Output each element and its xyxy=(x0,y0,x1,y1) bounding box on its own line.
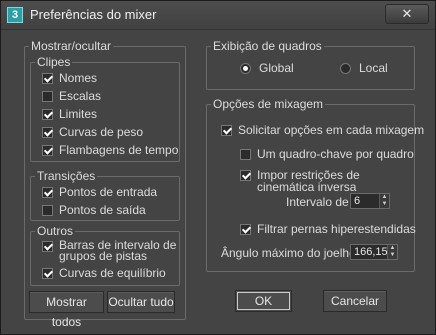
mix-options-group: Opções de mixagem Solicitar opções em ca… xyxy=(206,97,424,272)
title-bar[interactable]: 3 Preferências do mixer ✕ xyxy=(1,1,435,30)
checkbox-box[interactable] xyxy=(42,205,53,216)
checkbox-label: Limites xyxy=(59,107,98,121)
frame-display-title: Exibição de quadros xyxy=(211,39,324,53)
clips-title: Clipes xyxy=(35,55,73,69)
checkbox-box[interactable] xyxy=(221,125,232,136)
show-hide-title: Mostrar/ocultar xyxy=(29,39,114,53)
others-group: Outros Barras de intervalo de grupos de … xyxy=(30,224,180,286)
checkbox-box[interactable] xyxy=(240,149,251,160)
spinner-arrows-icon[interactable]: ▲ ▼ xyxy=(387,245,397,259)
transitions-group: Transições Pontos de entrada Pontos de s… xyxy=(30,169,180,221)
cancel-button[interactable]: Cancelar xyxy=(323,290,387,312)
checkbox-box[interactable] xyxy=(42,268,53,279)
close-icon: ✕ xyxy=(401,6,413,21)
checkbox-box[interactable] xyxy=(42,73,53,84)
checkbox-names[interactable]: Nomes xyxy=(42,72,97,85)
checkbox-entry-points[interactable]: Pontos de entrada xyxy=(42,186,157,199)
show-hide-group: Mostrar/ocultar Clipes Nomes Escalas Lim… xyxy=(24,39,186,329)
checkbox-label: Um quadro-chave por quadro xyxy=(257,147,414,161)
checkbox-label: Curvas de equilíbrio xyxy=(59,266,166,280)
checkbox-label: Impor restrições de cinemática inversa xyxy=(257,168,360,194)
close-button[interactable]: ✕ xyxy=(385,4,429,24)
frame-display-group: Exibição de quadros Global Local xyxy=(206,39,415,90)
interval-label: Intervalo de xyxy=(286,195,349,209)
app-icon: 3 xyxy=(7,7,23,23)
checkbox-box[interactable] xyxy=(240,170,251,181)
spinner-arrows-icon[interactable]: ▲ ▼ xyxy=(379,194,389,208)
checkbox-label: Pontos de saída xyxy=(59,203,146,217)
checkbox-keyframe-per-frame[interactable]: Um quadro-chave por quadro xyxy=(240,148,414,161)
checkbox-label: Nomes xyxy=(59,71,98,85)
checkbox-box[interactable] xyxy=(42,187,53,198)
checkbox-limits[interactable]: Limites xyxy=(42,108,97,121)
checkbox-label: Filtrar pernas hiperestendidas xyxy=(257,222,416,236)
radio-button[interactable] xyxy=(240,63,251,74)
checkbox-label: Flambagens de tempo xyxy=(59,143,179,157)
knee-angle-spinner[interactable]: 166,15 ▲ ▼ xyxy=(350,244,398,260)
checkbox-box[interactable] xyxy=(42,241,53,252)
radio-label: Local xyxy=(359,61,388,75)
checkbox-box[interactable] xyxy=(42,145,53,156)
checkbox-track-group-bars[interactable]: Barras de intervalo de grupos de pistas xyxy=(42,238,178,263)
radio-local[interactable]: Local xyxy=(340,62,388,75)
checkbox-label: Barras de intervalo de grupos de pistas xyxy=(59,238,177,263)
ok-button[interactable]: OK xyxy=(235,290,292,312)
checkbox-box[interactable] xyxy=(42,127,53,138)
interval-value: 6 xyxy=(354,195,361,207)
checkbox-time-warps[interactable]: Flambagens de tempo xyxy=(42,144,178,157)
mixer-preferences-dialog: 3 Preferências do mixer ✕ Mostrar/oculta… xyxy=(0,0,436,335)
checkbox-box[interactable] xyxy=(240,224,251,235)
checkbox-ik-constraints[interactable]: Impor restrições de cinemática inversa xyxy=(240,169,390,193)
checkbox-label: Solicitar opções em cada mixagem xyxy=(238,123,425,137)
checkbox-exit-points[interactable]: Pontos de saída xyxy=(42,204,146,217)
transitions-title: Transições xyxy=(35,169,98,183)
clips-group: Clipes Nomes Escalas Limites Curvas de p… xyxy=(30,55,180,162)
mix-options-title: Opções de mixagem xyxy=(211,97,326,111)
checkbox-filter-hyperextended[interactable]: Filtrar pernas hiperestendidas xyxy=(240,223,416,236)
checkbox-balance-curves[interactable]: Curvas de equilíbrio xyxy=(42,267,166,280)
checkbox-weight-curves[interactable]: Curvas de peso xyxy=(42,126,143,139)
others-title: Outros xyxy=(35,224,76,238)
knee-angle-value: 166,15 xyxy=(354,246,388,258)
show-all-button[interactable]: Mostrar todos xyxy=(29,291,104,329)
radio-button[interactable] xyxy=(340,63,351,74)
checkbox-box[interactable] xyxy=(42,109,53,120)
window-title: Preferências do mixer xyxy=(30,7,157,22)
checkbox-scales[interactable]: Escalas xyxy=(42,90,101,103)
knee-angle-label: Ângulo máximo do joelho xyxy=(221,246,356,260)
checkbox-box[interactable] xyxy=(42,91,53,102)
checkbox-label: Escalas xyxy=(59,89,102,103)
radio-label: Global xyxy=(259,61,294,75)
hide-all-button[interactable]: Ocultar tudo xyxy=(107,291,175,313)
radio-global[interactable]: Global xyxy=(240,62,294,75)
checkbox-label: Pontos de entrada xyxy=(59,185,158,199)
checkbox-prompt-options[interactable]: Solicitar opções em cada mixagem xyxy=(221,124,424,137)
interval-spinner[interactable]: 6 ▲ ▼ xyxy=(350,193,390,209)
checkbox-label: Curvas de peso xyxy=(59,125,144,139)
